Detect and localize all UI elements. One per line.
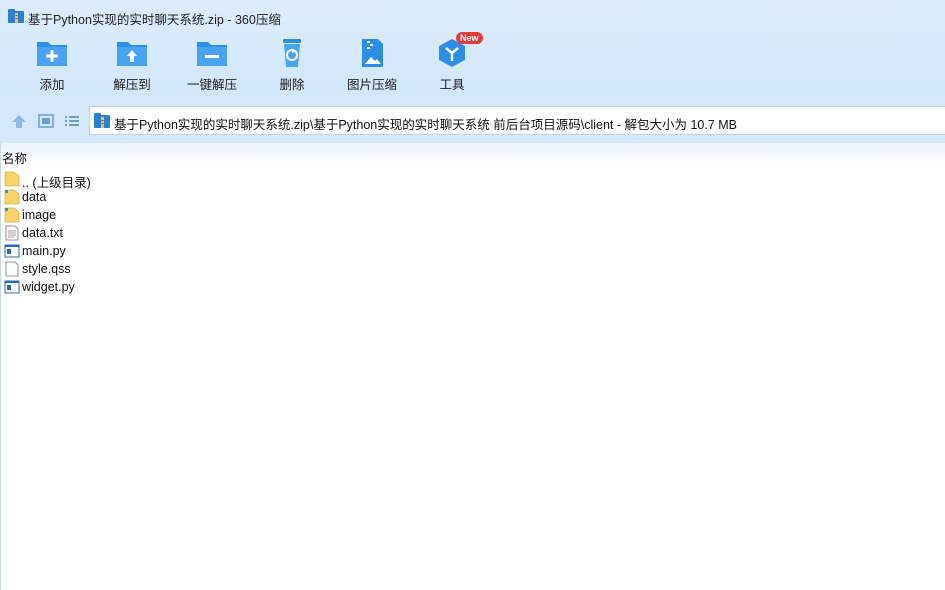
up-arrow-icon[interactable] [11,114,27,128]
thumbnail-view-icon[interactable] [38,114,54,128]
archive-file-icon [94,113,110,128]
new-badge: New [456,32,483,44]
list-item-name: image [22,208,57,222]
list-item[interactable]: .. (上级目录) [4,170,304,190]
address-bar[interactable]: 基于Python实现的实时聊天系统.zip\基于Python实现的实时聊天系统 … [89,106,945,135]
list-item[interactable]: main.py [4,242,304,260]
column-header-name[interactable]: 名称 [2,148,27,167]
one-click-extract-button[interactable]: 一键解压 [174,38,250,98]
navigation-row: 基于Python实现的实时聊天系统.zip\基于Python实现的实时聊天系统 … [0,106,945,136]
tools-button[interactable]: New 工具 [414,32,490,98]
list-item[interactable]: widget.py [4,278,304,296]
delete-label: 删除 [279,78,305,92]
image-compress-icon [362,39,383,67]
list-item-name: main.py [22,244,66,258]
list-item[interactable]: style.qss [4,260,304,278]
column-header-bar [1,143,945,165]
tools-label: 工具 [439,78,465,92]
folder-up-icon [4,171,20,187]
list-item-name: widget.py [22,280,75,294]
archive-app-icon [8,9,24,23]
text-file-icon [5,225,19,241]
top-panel: 基于Python实现的实时聊天系统.zip - 360压缩 添加 解压到 一键解… [0,0,945,143]
add-label: 添加 [39,78,65,92]
python-file-icon [4,280,20,294]
blank-file-icon [5,261,19,277]
list-item[interactable]: image [4,206,304,224]
list-item[interactable]: data [4,188,304,206]
one-click-extract-icon [197,42,227,66]
list-item-name: data [22,190,47,204]
title-bar: 基于Python实现的实时聊天系统.zip - 360压缩 [0,0,945,32]
delete-bin-icon [283,39,301,67]
python-file-icon [4,244,20,258]
one-click-extract-label: 一键解压 [186,78,237,92]
list-item-name: style.qss [22,262,71,276]
image-compress-button[interactable]: 图片压缩 [334,38,410,98]
extract-to-button[interactable]: 解压到 [94,38,170,98]
folder-zip-icon [4,207,20,223]
list-view-icon[interactable] [64,114,80,128]
address-path: 基于Python实现的实时聊天系统.zip\基于Python实现的实时聊天系统 … [114,118,738,132]
list-item-name: data.txt [22,226,63,240]
extract-to-folder-icon [117,42,147,66]
folder-zip-icon [4,189,20,205]
extract-to-label: 解压到 [113,78,151,92]
file-list: 名称 .. (上级目录) data image data.txt main.py… [0,143,945,590]
image-compress-label: 图片压缩 [346,78,397,92]
list-item[interactable]: data.txt [4,224,304,242]
add-button[interactable]: 添加 [14,38,90,98]
delete-button[interactable]: 删除 [254,38,330,98]
window-title: 基于Python实现的实时聊天系统.zip - 360压缩 [28,13,281,27]
add-folder-icon [37,42,67,66]
